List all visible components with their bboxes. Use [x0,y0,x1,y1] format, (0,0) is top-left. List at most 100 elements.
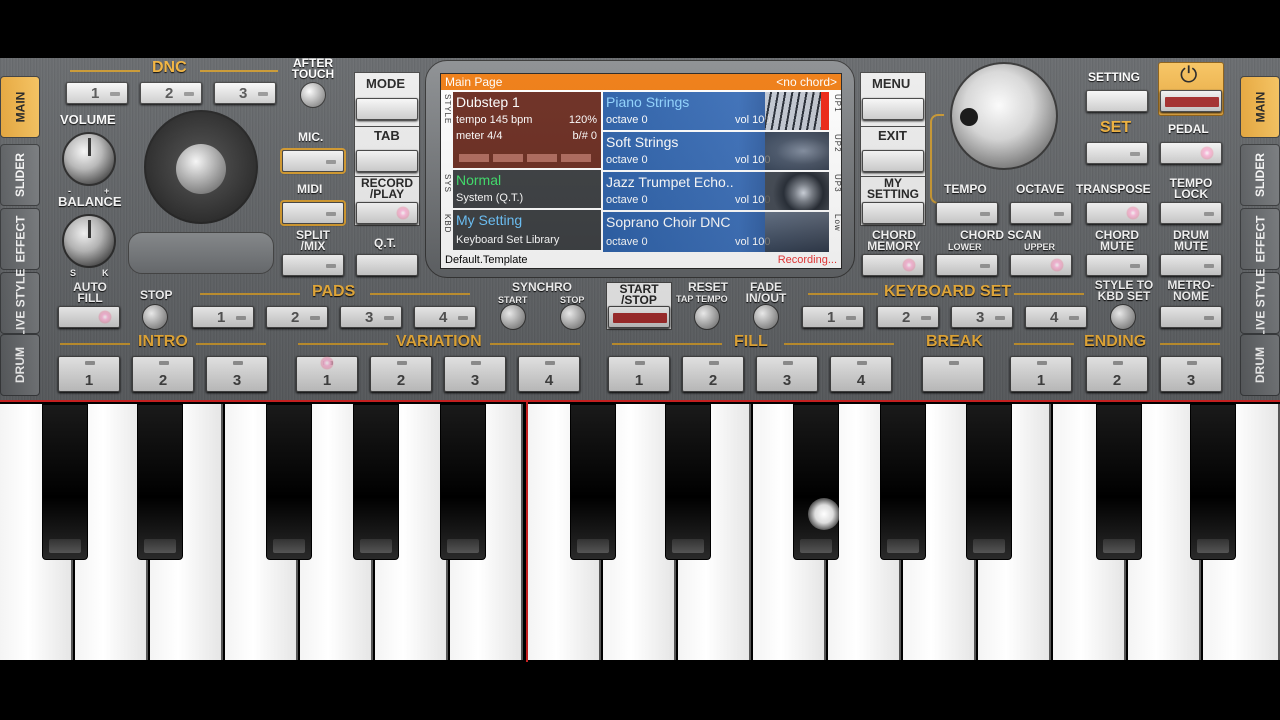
after-touch-label: AFTER TOUCH [291,56,335,81]
part-cell-up2[interactable]: Soft Strings octave 0 vol 100 [603,132,829,170]
tab-slider-left[interactable]: SLIDER [0,144,40,206]
tempo-lock-button[interactable] [1160,202,1222,224]
tab-button-label: TAB [374,128,400,143]
pad-button-1[interactable]: 1 [192,306,254,328]
break-button[interactable] [922,356,984,392]
balance-minus: - [68,186,71,196]
sync-stop-knob[interactable] [560,304,586,330]
split-mix-button[interactable] [282,254,344,276]
button-number: 2 [291,308,300,326]
kbd-set-button-3[interactable]: 3 [951,306,1013,328]
kbd-set-button-4[interactable]: 4 [1025,306,1087,328]
dnc-button-2[interactable]: 2 [140,82,202,104]
dnc-button-3[interactable]: 3 [214,82,276,104]
sync-start-knob[interactable] [500,304,526,330]
after-touch-knob[interactable] [300,82,326,108]
fade-knob[interactable] [753,304,779,330]
intro-button-3[interactable]: 3 [206,356,268,392]
tab-drum-right[interactable]: DRUM [1240,334,1280,396]
intro-button-1[interactable]: 1 [58,356,120,392]
style-to-kbd-label: STYLE TO KBD SET [1094,278,1154,303]
balance-knob[interactable] [62,214,116,268]
set-button[interactable] [1086,142,1148,164]
variation-button-2[interactable]: 2 [370,356,432,392]
part-cell-low[interactable]: Soprano Choir DNC octave 0 vol 100 [603,212,829,252]
black-key[interactable] [137,404,183,560]
ending-button-3[interactable]: 3 [1160,356,1222,392]
tab-slider-right[interactable]: SLIDER [1240,144,1280,206]
fill-button-4[interactable]: 4 [830,356,892,392]
black-key[interactable] [266,404,312,560]
my-setting-button[interactable] [862,202,924,224]
led [85,361,95,365]
joystick-handle[interactable] [176,144,226,194]
style-to-kbd-knob[interactable] [1110,304,1136,330]
tab-main-left[interactable]: MAIN [0,76,40,138]
divider [490,343,580,345]
pad-button-4[interactable]: 4 [414,306,476,328]
volume-knob[interactable] [62,132,116,186]
black-key[interactable] [880,404,926,560]
black-key[interactable] [570,404,616,560]
fill-button-1[interactable]: 1 [608,356,670,392]
mic-button[interactable] [282,150,344,172]
part-cell-up1[interactable]: Piano Strings octave 0 vol 100 [603,92,829,130]
fill-title: FILL [734,333,768,350]
kbd-set-button-2[interactable]: 2 [877,306,939,328]
tempo-button[interactable] [936,202,998,224]
tab-drum-left[interactable]: DRUM [0,334,40,396]
part-cell-up3[interactable]: Jazz Trumpet Echo.. octave 0 vol 100 [603,172,829,210]
menu-button[interactable] [862,98,924,120]
led [1130,264,1140,268]
tab-label: LIVE STYLE [1253,268,1267,338]
black-key[interactable] [42,404,88,560]
ending-button-1[interactable]: 1 [1010,356,1072,392]
tab-live-style-left[interactable]: LIVE STYLE [0,269,40,337]
variation-button-4[interactable]: 4 [518,356,580,392]
intro-button-2[interactable]: 2 [132,356,194,392]
black-key[interactable] [1190,404,1236,560]
led-spark [902,258,916,272]
chord-scan-lower-button[interactable] [936,254,998,276]
fill-button-2[interactable]: 2 [682,356,744,392]
pad-button-3[interactable]: 3 [340,306,402,328]
dnc-button-1[interactable]: 1 [66,82,128,104]
kbd-cell[interactable]: My Setting Keyboard Set Library [453,210,601,250]
octave-button[interactable] [1010,202,1072,224]
ending-button-2[interactable]: 2 [1086,356,1148,392]
button-number: 1 [827,308,836,326]
tab-button[interactable] [356,150,418,172]
tab-main-right[interactable]: MAIN [1240,76,1280,138]
chord-mute-button[interactable] [1086,254,1148,276]
drum-mute-button[interactable] [1160,254,1222,276]
tab-effect-left[interactable]: EFFECT [0,208,40,270]
kbd-set-button-1[interactable]: 1 [802,306,864,328]
part-octave: octave 0 [606,194,648,206]
black-key[interactable] [966,404,1012,560]
metronome-button[interactable] [1160,306,1222,328]
setting-button[interactable] [1086,90,1148,112]
variation-button-3[interactable]: 3 [444,356,506,392]
power-button[interactable] [1160,90,1222,112]
black-key[interactable] [1096,404,1142,560]
start-stop-button[interactable] [608,306,670,328]
pads-stop-knob[interactable] [142,304,168,330]
fill-button-3[interactable]: 3 [756,356,818,392]
led [326,160,336,164]
tab-live-style-right[interactable]: LIVE STYLE [1240,269,1280,337]
mode-button[interactable] [356,98,418,120]
black-key[interactable] [353,404,399,560]
pitch-pad[interactable] [128,232,274,274]
reset-knob[interactable] [694,304,720,330]
midi-button[interactable] [282,202,344,224]
black-key[interactable] [665,404,711,560]
pad-button-2[interactable]: 2 [266,306,328,328]
tab-effect-right[interactable]: EFFECT [1240,208,1280,270]
sys-cell[interactable]: Normal System (Q.T.) [453,170,601,208]
part-tag: Low [833,214,842,232]
style-cell[interactable]: Dubstep 1 tempo 145 bpm 120% meter 4/4 b… [453,92,601,168]
black-key[interactable] [793,404,839,560]
exit-button[interactable] [862,150,924,172]
qt-button[interactable] [356,254,418,276]
black-key[interactable] [440,404,486,560]
